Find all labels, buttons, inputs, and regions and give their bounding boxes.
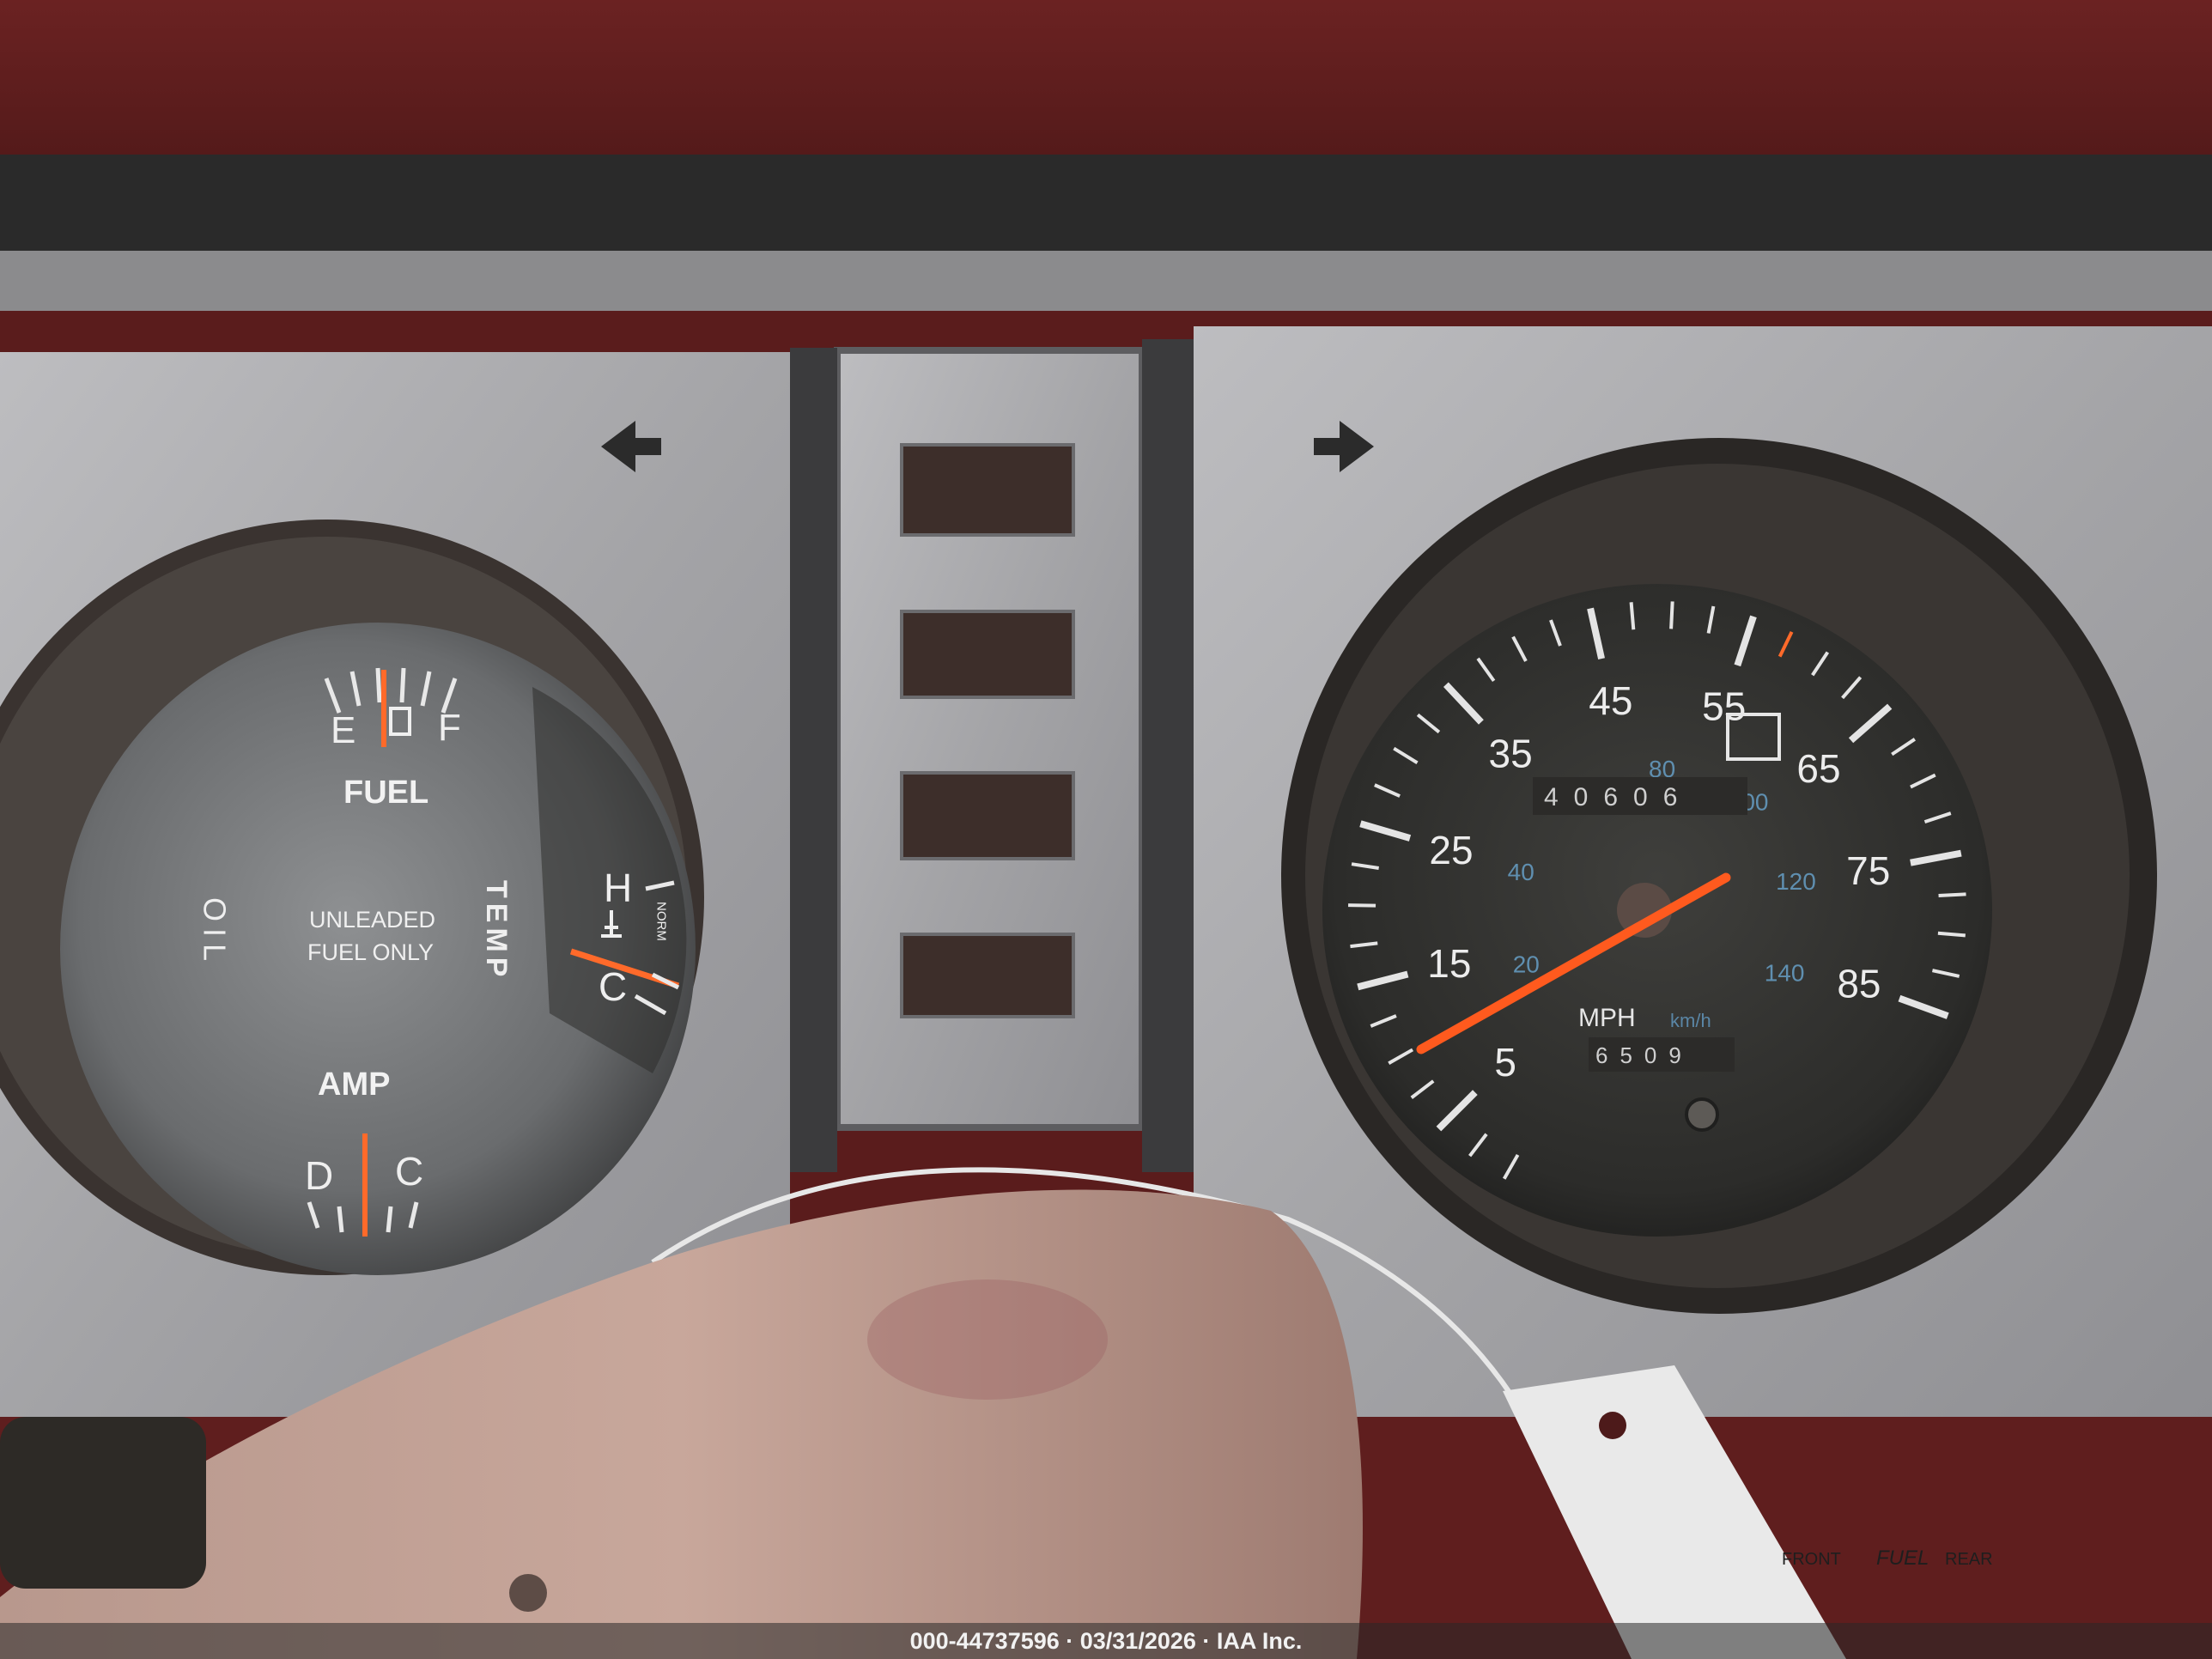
speedometer: 51525354555657585 20406080100120140 4060… <box>1281 438 2157 1314</box>
dashboard-photo: E F FUEL OIL UNLEADED FUEL ONLY TEMP H C… <box>0 0 2212 1659</box>
image-caption: 000-44737596 · 03/31/2026 · IAA Inc. <box>0 1623 2212 1659</box>
amp-charge-mark: C <box>395 1149 423 1194</box>
mph-label: 85 <box>1837 962 1881 1006</box>
warning-light-window-4 <box>900 933 1075 1018</box>
fuel-full-mark: F <box>438 707 461 749</box>
mph-label: 55 <box>1702 684 1746 728</box>
temp-hot-mark: H <box>604 866 632 910</box>
warning-light-window-2 <box>900 610 1075 699</box>
mph-tick <box>1629 602 1636 630</box>
temp-label: TEMP <box>480 880 513 981</box>
rear-label: REAR <box>1945 1550 1993 1569</box>
sleeve-button <box>509 1574 547 1612</box>
mph-label: 5 <box>1494 1040 1516 1085</box>
amp-discharge-mark: D <box>305 1153 333 1198</box>
instrument-cluster: E F FUEL OIL UNLEADED FUEL ONLY TEMP H C… <box>0 0 2212 1659</box>
mph-label: 15 <box>1427 941 1471 986</box>
dash-trim <box>0 155 2212 266</box>
front-label: FRONT <box>1782 1550 1841 1569</box>
oil-label: OIL <box>198 897 233 968</box>
mph-tick <box>1938 892 1966 898</box>
kmh-label: 140 <box>1765 960 1805 987</box>
fuel-label: FUEL <box>343 775 428 811</box>
mph-label: 25 <box>1429 828 1473 872</box>
kmh-unit-label: km/h <box>1670 1010 1711 1031</box>
temp-norm-mark: NORM <box>654 902 669 941</box>
mph-label: 75 <box>1846 848 1890 893</box>
mph-unit-label: MPH <box>1578 1004 1636 1032</box>
unleaded-notice-line2: FUEL ONLY <box>307 939 434 965</box>
amp-label: AMP <box>318 1066 390 1103</box>
trip-reading: 6509 <box>1595 1042 1693 1068</box>
odometer-reading: 40606 <box>1544 783 1692 811</box>
mph-tick <box>1348 903 1376 908</box>
mph-label: 65 <box>1796 746 1840 791</box>
dash-rail <box>0 251 2212 311</box>
mph-label: 35 <box>1489 732 1533 776</box>
kmh-label: 120 <box>1776 868 1816 895</box>
warning-light-window-3 <box>900 771 1075 860</box>
warning-light-window-1 <box>900 443 1075 537</box>
unleaded-notice-line1: UNLEADED <box>309 907 435 933</box>
kmh-label: 40 <box>1508 859 1534 885</box>
fuel-empty-mark: E <box>331 709 356 751</box>
mph-tick <box>1937 931 1966 938</box>
fuel-selector-label: FUEL <box>1876 1547 1929 1570</box>
trip-reset-knob[interactable] <box>1685 1097 1719 1132</box>
kmh-label: 20 <box>1513 951 1540 977</box>
steering-column <box>0 1417 206 1589</box>
mph-tick <box>1669 601 1674 629</box>
mph-label: 45 <box>1589 678 1632 723</box>
